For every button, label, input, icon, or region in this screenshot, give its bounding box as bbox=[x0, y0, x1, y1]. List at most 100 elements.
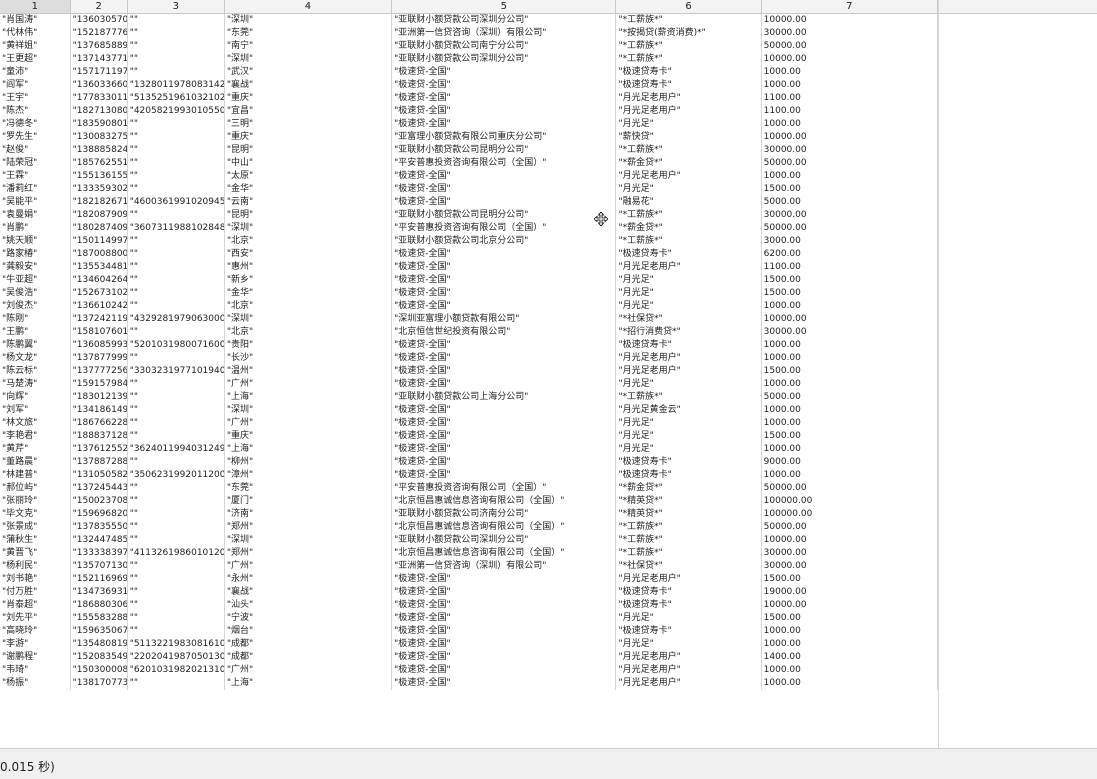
table-cell[interactable]: "*工薪族*" bbox=[615, 391, 762, 404]
table-cell[interactable]: 3000.00 bbox=[761, 235, 939, 248]
table-cell[interactable]: "长沙" bbox=[224, 352, 393, 365]
table-row[interactable]: "刘军""1341861492"""""深圳""极速贷-全国""月光足黄金云"1… bbox=[0, 404, 939, 417]
table-row[interactable]: "赵俊""1388858243"""""昆明""亚联财小额贷款公司昆明分公司""… bbox=[0, 144, 939, 157]
table-cell[interactable]: "陆荣冠" bbox=[0, 157, 71, 170]
table-row[interactable]: "吴俊浩""1526731022"""""金华""极速贷-全国""月光足"150… bbox=[0, 287, 939, 300]
table-cell[interactable]: "1333593020"" bbox=[70, 183, 128, 196]
table-cell[interactable]: "袁曼娟" bbox=[0, 209, 71, 222]
table-cell[interactable]: "1372454432"" bbox=[70, 482, 128, 495]
column-header-4[interactable]: 4 bbox=[224, 0, 393, 14]
table-cell[interactable]: "132801197808314255" bbox=[127, 79, 225, 92]
table-cell[interactable]: "*工薪族*" bbox=[615, 53, 762, 66]
table-cell[interactable]: "360731198810284813" bbox=[127, 222, 225, 235]
table-cell[interactable]: 50000.00 bbox=[761, 157, 939, 170]
table-cell[interactable]: "*薪金贷*" bbox=[615, 157, 762, 170]
table-cell[interactable]: "东莞" bbox=[224, 482, 393, 495]
table-cell[interactable]: "1526731022"" bbox=[70, 287, 128, 300]
table-cell[interactable]: "李艳君" bbox=[0, 430, 71, 443]
table-cell[interactable]: "重庆" bbox=[224, 92, 393, 105]
table-cell[interactable]: "路家椿" bbox=[0, 248, 71, 261]
table-cell[interactable]: "亚联财小额贷款公司济南分公司" bbox=[391, 508, 617, 521]
table-cell[interactable]: "" bbox=[127, 13, 225, 27]
table-cell[interactable]: "潘莉红" bbox=[0, 183, 71, 196]
table-cell[interactable]: "极速贷-全国" bbox=[391, 92, 617, 105]
table-cell[interactable]: "高晓玲" bbox=[0, 625, 71, 638]
table-cell[interactable]: "极速贷-全国" bbox=[391, 118, 617, 131]
table-cell[interactable]: "1520835495"" bbox=[70, 651, 128, 664]
table-cell[interactable]: "极速贷-全国" bbox=[391, 287, 617, 300]
table-cell[interactable]: "*工薪族*" bbox=[615, 547, 762, 560]
table-cell[interactable]: "1500237080"" bbox=[70, 495, 128, 508]
table-cell[interactable]: 1000.00 bbox=[761, 469, 939, 482]
result-grid[interactable]: 1234567 "肖国涛""1360305706"""""深圳""亚联财小额贷款… bbox=[0, 0, 1097, 748]
table-cell[interactable]: "极速贷-全国" bbox=[391, 430, 617, 443]
table-cell[interactable]: "1378872880"" bbox=[70, 456, 128, 469]
table-cell[interactable]: "极速贷-全国" bbox=[391, 573, 617, 586]
table-cell[interactable]: "肖泰超" bbox=[0, 599, 71, 612]
table-cell[interactable]: "深圳亚富理小额贷款有限公司" bbox=[391, 313, 617, 326]
table-cell[interactable]: "1360859939"" bbox=[70, 339, 128, 352]
table-cell[interactable]: "620103198202131065" bbox=[127, 664, 225, 677]
table-cell[interactable]: "上海" bbox=[224, 443, 393, 456]
table-cell[interactable]: 1500.00 bbox=[761, 183, 939, 196]
table-cell[interactable]: "极速贷-全国" bbox=[391, 352, 617, 365]
table-cell[interactable]: "黄祥姐" bbox=[0, 40, 71, 53]
table-cell[interactable]: "向辉" bbox=[0, 391, 71, 404]
table-row[interactable]: "陈鹏翼""1360859939"""520103198007160019""贵… bbox=[0, 339, 939, 352]
table-cell[interactable]: 1000.00 bbox=[761, 664, 939, 677]
table-cell[interactable]: "北京恒信世纪投资有限公司" bbox=[391, 326, 617, 339]
table-cell[interactable]: "平安普惠投资咨询有限公司（全国）" bbox=[391, 222, 617, 235]
table-cell[interactable]: "1868803060"" bbox=[70, 599, 128, 612]
table-cell[interactable]: "极速贷-全国" bbox=[391, 183, 617, 196]
table-cell[interactable]: "1571711972"" bbox=[70, 66, 128, 79]
table-cell[interactable]: "月光足老用户" bbox=[615, 651, 762, 664]
table-row[interactable]: "潘莉红""1333593020"""""金华""极速贷-全国""月光足"150… bbox=[0, 183, 939, 196]
table-cell[interactable]: "王鹏" bbox=[0, 326, 71, 339]
table-row[interactable]: "王宇""1778330114"""513525196103210267""重庆… bbox=[0, 92, 939, 105]
table-cell[interactable]: "*工薪族*" bbox=[615, 40, 762, 53]
table-cell[interactable]: "极速贷寿卡" bbox=[615, 625, 762, 638]
table-cell[interactable]: "*社保贷*" bbox=[615, 560, 762, 573]
table-row[interactable]: "牛亚超""1346042644"""""新乡""极速贷-全国""月光足"150… bbox=[0, 274, 939, 287]
table-cell[interactable]: "" bbox=[127, 170, 225, 183]
table-cell[interactable]: "平安普惠投资咨询有限公司（全国）" bbox=[391, 482, 617, 495]
table-cell[interactable]: "童沛" bbox=[0, 66, 71, 79]
table-cell[interactable]: 1500.00 bbox=[761, 573, 939, 586]
table-cell[interactable]: "月光足老用户" bbox=[615, 92, 762, 105]
table-cell[interactable]: "" bbox=[127, 417, 225, 430]
table-cell[interactable]: "北京恒昌惠诚信息咨询有限公司（全国）" bbox=[391, 521, 617, 534]
table-cell[interactable]: "1820879096"" bbox=[70, 209, 128, 222]
table-cell[interactable]: 1500.00 bbox=[761, 287, 939, 300]
table-cell[interactable]: 100000.00 bbox=[761, 495, 939, 508]
table-cell[interactable]: 5000.00 bbox=[761, 196, 939, 209]
table-row[interactable]: "肖泰超""1868803060"""""汕头""极速贷-全国""极速贷寿卡"1… bbox=[0, 599, 939, 612]
table-cell[interactable]: "王霖" bbox=[0, 170, 71, 183]
table-row[interactable]: "刘俊杰""1366102428"""""北京""极速贷-全国""月光足"100… bbox=[0, 300, 939, 313]
table-cell[interactable]: "" bbox=[127, 560, 225, 573]
table-cell[interactable]: "太原" bbox=[224, 170, 393, 183]
table-cell[interactable]: "蒲秋生" bbox=[0, 534, 71, 547]
table-cell[interactable]: 5000.00 bbox=[761, 391, 939, 404]
table-cell[interactable]: "月光足老用户" bbox=[615, 664, 762, 677]
table-row[interactable]: "童沛""1571711972"""""武汉""极速贷-全国""极速贷寿卡"10… bbox=[0, 66, 939, 79]
column-header-2[interactable]: 2 bbox=[70, 0, 128, 14]
table-cell[interactable]: "1596968200"" bbox=[70, 508, 128, 521]
table-cell[interactable]: "亚洲第一信贷咨询（深圳）有限公司" bbox=[391, 27, 617, 40]
table-cell[interactable]: "极速贷-全国" bbox=[391, 261, 617, 274]
table-cell[interactable]: 1000.00 bbox=[761, 625, 939, 638]
table-cell[interactable]: "*工薪族*" bbox=[615, 534, 762, 547]
table-cell[interactable]: "肖鹏" bbox=[0, 222, 71, 235]
table-cell[interactable]: 1500.00 bbox=[761, 430, 939, 443]
table-row[interactable]: "杨振""1381707732"""""上海""极速贷-全国""月光足老用户"1… bbox=[0, 677, 939, 690]
table-cell[interactable]: "月光足" bbox=[615, 430, 762, 443]
table-cell[interactable]: "三明" bbox=[224, 118, 393, 131]
table-cell[interactable]: "极速贷-全国" bbox=[391, 664, 617, 677]
table-cell[interactable]: "汕头" bbox=[224, 599, 393, 612]
table-cell[interactable]: 10000.00 bbox=[761, 131, 939, 144]
table-cell[interactable]: "330323197710194014" bbox=[127, 365, 225, 378]
table-cell[interactable]: "黄晋飞" bbox=[0, 547, 71, 560]
table-cell[interactable]: "" bbox=[127, 599, 225, 612]
table-cell[interactable]: "韦琦" bbox=[0, 664, 71, 677]
table-row[interactable]: "杨利民""1357071302"""""广州""亚洲第一信贷咨询（深圳）有限公… bbox=[0, 560, 939, 573]
table-cell[interactable]: "1376858894"" bbox=[70, 40, 128, 53]
